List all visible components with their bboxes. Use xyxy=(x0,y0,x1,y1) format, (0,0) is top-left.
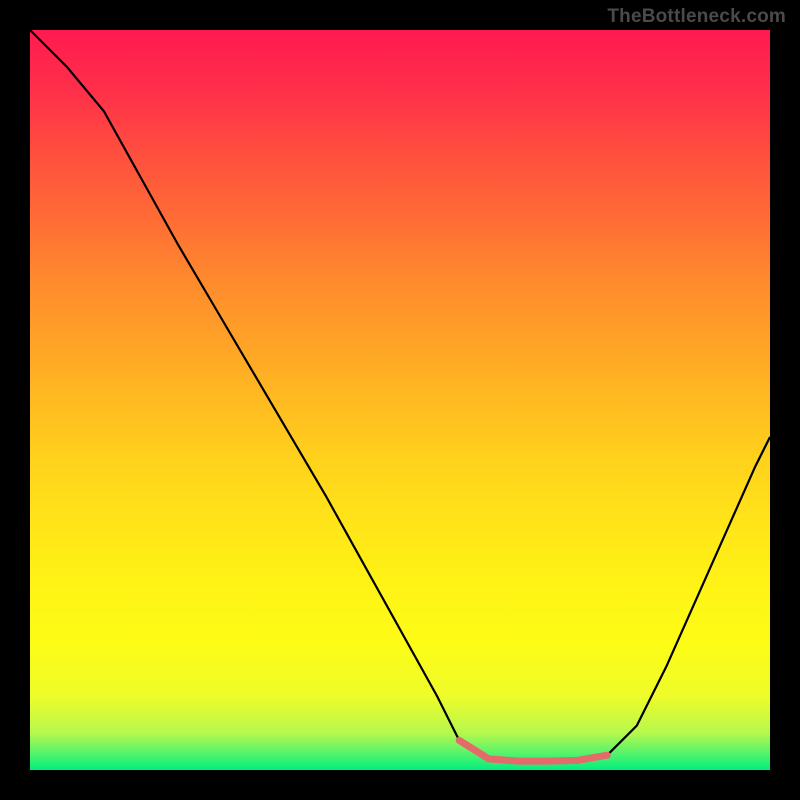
watermark-text: TheBottleneck.com xyxy=(607,6,786,28)
plot-area xyxy=(30,30,770,770)
optimal-range-highlight xyxy=(30,30,770,770)
